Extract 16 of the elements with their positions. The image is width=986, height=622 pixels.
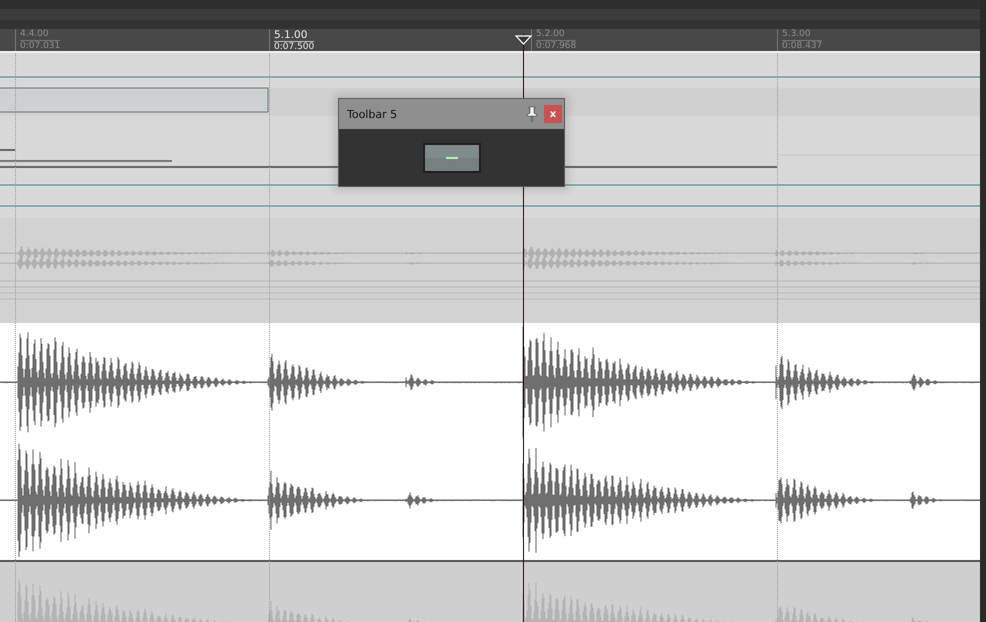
window-title: Toolbar 5 [347, 108, 398, 120]
close-button[interactable]: x [544, 105, 562, 123]
time-label: 0:07.031 [20, 40, 60, 51]
timeline-ruler[interactable]: 4.4.00 0:07.031 5.1.00 0:07.500 5.2.00 0:07.968 5.3.00 0:08.437 [0, 28, 980, 53]
bar-label: 4.4.00 [20, 30, 50, 39]
bar-label: 5.1.00 [274, 30, 308, 40]
playhead-marker-icon[interactable] [515, 35, 532, 45]
dash-icon [446, 156, 458, 158]
time-label: 0:08.437 [782, 40, 822, 51]
window-titlebar[interactable]: Toolbar 5 x [339, 99, 564, 129]
bar-label: 5.2.00 [536, 30, 566, 39]
toolbar-button[interactable] [422, 142, 480, 172]
pin-icon[interactable] [526, 106, 538, 122]
bar-label: 5.3.00 [782, 30, 812, 39]
time-label: 0:07.968 [536, 40, 576, 51]
time-label: 0:07.500 [274, 41, 314, 52]
